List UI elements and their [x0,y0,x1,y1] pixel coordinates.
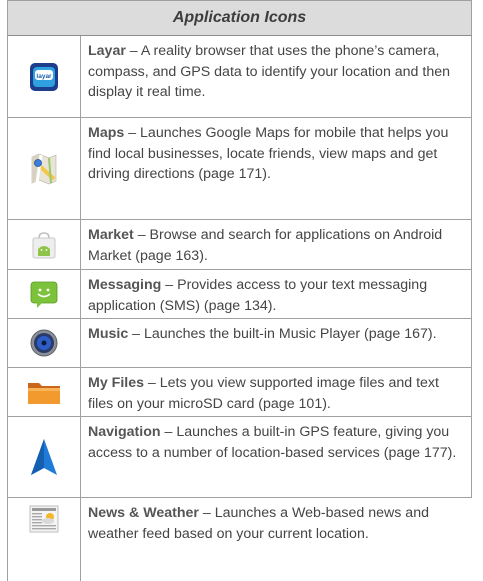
layar-icon: layar [30,62,58,91]
icon-cell [7,368,81,416]
app-name: Layar [88,43,126,59]
my-files-icon [28,383,60,404]
maps-icon [31,153,57,184]
separator: – [160,424,177,440]
icon-cell [7,118,81,219]
music-icon [30,329,58,357]
separator: – [128,326,144,342]
separator: – [143,375,160,391]
table-row-my-files: My Files – Lets you view supported image… [7,368,472,417]
market-icon [32,231,56,258]
row-text: News & Weather – Launches a Web-based ne… [81,498,472,581]
app-name: Navigation [88,424,161,440]
table-row-maps: Maps – Launches Google Maps for mobile t… [7,118,472,220]
row-text: Music – Launches the built-in Music Play… [81,319,472,367]
app-name: Messaging [88,277,162,293]
row-text: Market – Browse and search for applicati… [81,220,472,269]
separator: – [161,277,178,293]
messaging-icon [30,281,58,308]
table-row-messaging: Messaging – Provides access to your text… [7,270,472,319]
application-icons-table: Application Icons layar Layar – A realit… [7,0,472,581]
svg-text:layar: layar [36,73,52,80]
row-text: Layar – A reality browser that uses the … [81,36,472,117]
separator: – [124,125,141,141]
row-text: Navigation – Launches a built-in GPS fea… [81,417,472,497]
app-name: Maps [88,125,125,141]
icon-cell [7,319,81,367]
row-text: My Files – Lets you view supported image… [81,368,472,416]
icon-cell [7,220,81,269]
icon-cell [7,270,81,318]
table-row-layar: layar Layar – A reality browser that use… [7,36,472,118]
app-description: Launches Google Maps for mobile that hel… [88,125,449,182]
app-name: Music [88,326,129,342]
table-row-music: Music – Launches the built-in Music Play… [7,319,472,368]
table-row-market: Market – Browse and search for applicati… [7,220,472,270]
navigation-icon [31,439,57,475]
separator: – [198,505,215,521]
row-text: Maps – Launches Google Maps for mobile t… [81,118,472,219]
table-row-news-weather: News & Weather – Launches a Web-based ne… [7,498,472,581]
separator: – [125,43,141,59]
icon-cell [7,417,81,497]
icon-cell [7,498,81,581]
separator: – [133,227,150,243]
app-name: Market [88,227,134,243]
app-description: A reality browser that uses the phone’s … [88,43,451,100]
table-title: Application Icons [172,9,307,26]
table-header: Application Icons [7,0,472,36]
app-name: News & Weather [88,505,199,521]
row-text: Messaging – Provides access to your text… [81,270,472,318]
app-name: My Files [88,375,144,391]
news-weather-icon [29,505,59,533]
app-description: Launches the built-in Music Player (page… [144,326,437,342]
table-row-navigation: Navigation – Launches a built-in GPS fea… [7,417,472,498]
icon-cell: layar [7,36,81,117]
